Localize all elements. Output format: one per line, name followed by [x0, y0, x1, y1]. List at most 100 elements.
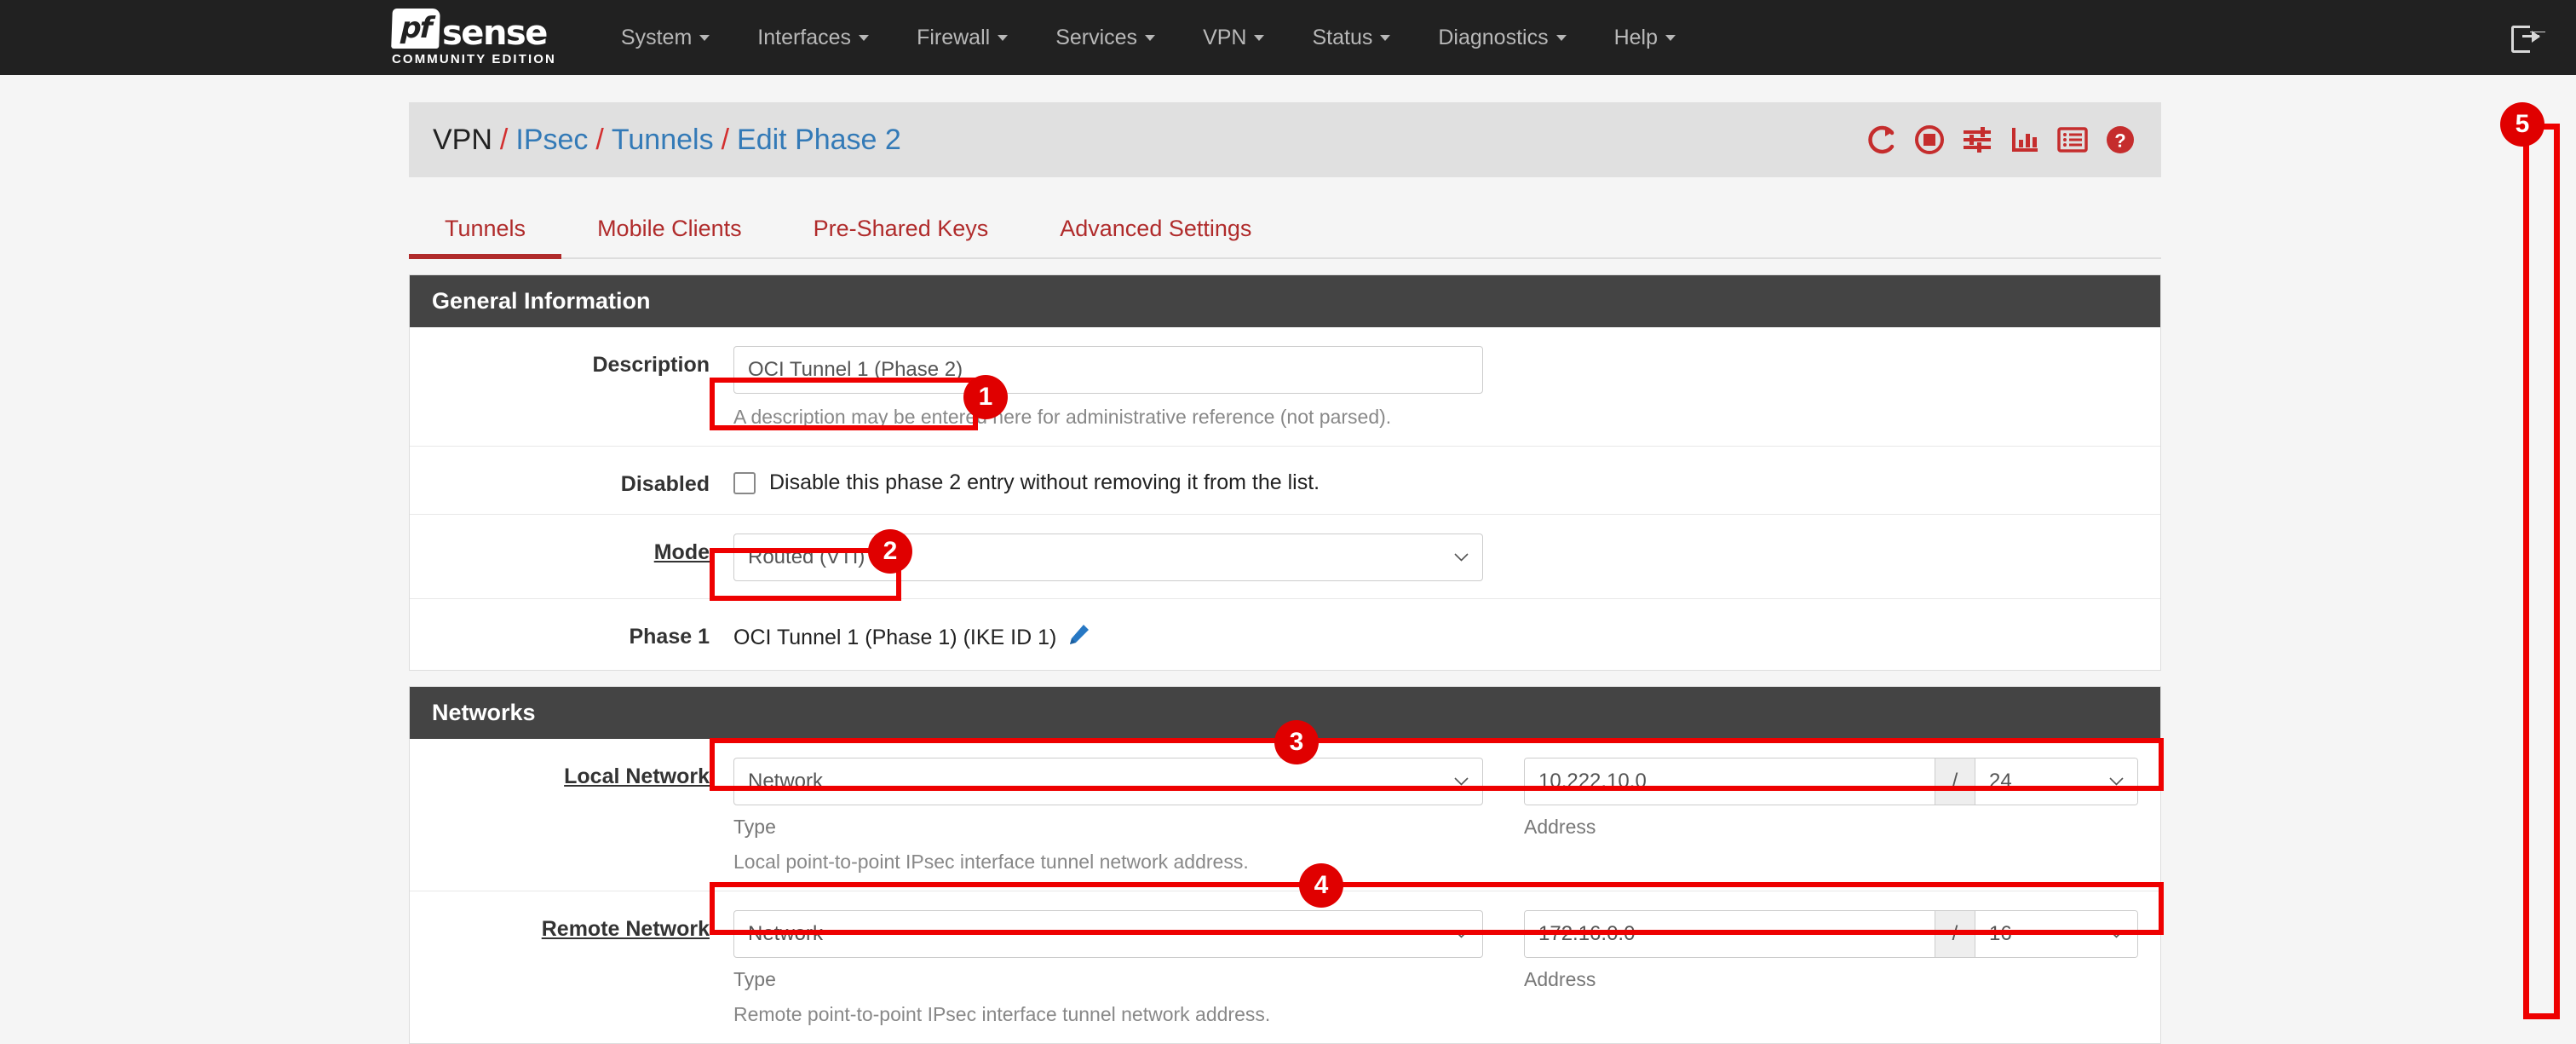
nav-item-system[interactable]: System: [597, 0, 733, 75]
svg-text:?: ?: [2114, 130, 2125, 152]
chevron-down-icon: [998, 35, 1008, 41]
description-input[interactable]: [733, 346, 1483, 394]
remote-network-address-group: / 16: [1524, 910, 2138, 958]
chevron-down-icon: [1380, 35, 1390, 41]
breadcrumb-link-ipsec[interactable]: IPsec: [515, 124, 588, 157]
chevron-down-icon: [1665, 35, 1676, 41]
annotation-badge-3-number: 3: [1290, 728, 1304, 757]
tab-mobile-clients[interactable]: Mobile Clients: [561, 216, 778, 257]
tab-pre-shared-keys[interactable]: Pre-Shared Keys: [778, 216, 1025, 257]
description-body: A description may be entered here for ad…: [733, 346, 2160, 429]
nav-item-vpn[interactable]: VPN: [1179, 0, 1288, 75]
pfsense-brand-logo[interactable]: pf sense COMMUNITY EDITION: [392, 0, 597, 75]
chevron-down-icon: [859, 35, 869, 41]
annotation-badge-1: 1: [963, 375, 1008, 419]
local-network-address-input[interactable]: [1525, 758, 1935, 805]
mode-label-text: Mode: [654, 540, 710, 564]
pencil-edit-icon[interactable]: [1067, 623, 1090, 653]
chevron-down-icon: [1556, 35, 1567, 41]
general-information-panel: General Information Description A descri…: [409, 274, 2161, 671]
remote-network-slash: /: [1935, 911, 1975, 957]
disable-phase2-checkbox[interactable]: [733, 472, 756, 494]
chevron-down-icon: [699, 35, 710, 41]
remote-network-type-select[interactable]: Network: [733, 910, 1483, 958]
local-network-address-sublabel: Address: [1524, 816, 2138, 839]
disabled-label: Disabled: [410, 465, 733, 497]
logo-subtitle: COMMUNITY EDITION: [392, 52, 556, 66]
breadcrumb-root: VPN: [433, 124, 492, 157]
navbar-inner: pf sense COMMUNITY EDITION System Interf…: [0, 0, 1699, 75]
brand-logo-graphic: pf sense: [392, 9, 556, 49]
remote-network-label-text: Remote Network: [542, 917, 710, 941]
chevron-down-icon: [1454, 777, 1469, 786]
logout-icon[interactable]: [2511, 23, 2540, 52]
local-network-body: Network Type / 24: [733, 758, 2160, 874]
breadcrumb-separator: /: [595, 124, 603, 157]
chevron-down-icon: [2109, 777, 2124, 786]
log-list-icon[interactable]: [2056, 123, 2090, 157]
nav-item-services[interactable]: Services: [1032, 0, 1179, 75]
annotation-badge-5: 5: [2500, 102, 2544, 147]
remote-network-mask-value: 16: [1989, 922, 2109, 946]
local-network-type-sublabel: Type: [733, 816, 1483, 839]
bar-chart-icon[interactable]: [2008, 123, 2042, 157]
navbar-right: [2511, 0, 2576, 75]
remote-network-address-input[interactable]: [1525, 911, 1935, 957]
nav-item-help[interactable]: Help: [1590, 0, 1699, 75]
local-network-help-text: Local point-to-point IPsec interface tun…: [733, 851, 2138, 874]
stop-service-icon[interactable]: [1912, 123, 1946, 157]
help-icon[interactable]: ?: [2103, 123, 2137, 157]
annotation-badge-3: 3: [1274, 720, 1319, 764]
logo-mark-text: pf: [400, 14, 431, 44]
local-network-mask-value: 24: [1989, 770, 2109, 793]
tab-advanced-settings[interactable]: Advanced Settings: [1024, 216, 1287, 257]
local-network-label: Local Network: [410, 758, 733, 874]
restart-service-icon[interactable]: [1865, 123, 1899, 157]
nav-item-firewall[interactable]: Firewall: [893, 0, 1032, 75]
nav-item-firewall-label: Firewall: [917, 26, 990, 50]
disabled-row: Disabled Disable this phase 2 entry with…: [410, 447, 2160, 515]
tab-tunnels-label: Tunnels: [445, 216, 526, 241]
annotation-badge-1-number: 1: [979, 383, 993, 412]
nav-item-vpn-label: VPN: [1203, 26, 1246, 50]
nav-item-diagnostics-label: Diagnostics: [1438, 26, 1548, 50]
nav-item-services-label: Services: [1055, 26, 1137, 50]
remote-network-body: Network Type / 16: [733, 910, 2160, 1026]
nav-item-status[interactable]: Status: [1288, 0, 1414, 75]
local-network-controls: Network Type / 24: [733, 758, 2138, 839]
disable-phase2-checkbox-label: Disable this phase 2 entry without remov…: [769, 470, 1320, 495]
local-network-row: Local Network Network Type: [410, 739, 2160, 891]
local-network-type-select[interactable]: Network: [733, 758, 1483, 805]
mode-select[interactable]: Routed (VTI): [733, 534, 1483, 581]
local-network-address-group: / 24: [1524, 758, 2138, 805]
mode-row: Mode Routed (VTI): [410, 515, 2160, 599]
breadcrumb-link-edit-phase-2[interactable]: Edit Phase 2: [737, 124, 901, 157]
mode-select-value: Routed (VTI): [748, 545, 1454, 569]
phase1-label: Phase 1: [410, 618, 733, 653]
breadcrumb-separator: /: [500, 124, 508, 157]
tab-tunnels[interactable]: Tunnels: [409, 216, 561, 257]
tab-advanced-settings-label: Advanced Settings: [1060, 216, 1251, 241]
phase1-value-wrap: OCI Tunnel 1 (Phase 1) (IKE ID 1): [733, 618, 2138, 653]
breadcrumb-link-tunnels[interactable]: Tunnels: [612, 124, 714, 157]
remote-network-type-col: Network Type: [733, 910, 1483, 991]
phase1-row: Phase 1 OCI Tunnel 1 (Phase 1) (IKE ID 1…: [410, 599, 2160, 670]
nav-item-interfaces[interactable]: Interfaces: [733, 0, 893, 75]
remote-network-label: Remote Network: [410, 910, 733, 1026]
nav-item-diagnostics[interactable]: Diagnostics: [1414, 0, 1590, 75]
tab-pre-shared-keys-label: Pre-Shared Keys: [814, 216, 989, 241]
mode-body: Routed (VTI): [733, 534, 2160, 581]
local-network-mask-select[interactable]: 24: [1975, 758, 2137, 805]
annotation-badge-2: 2: [868, 529, 912, 574]
chevron-down-icon: [1454, 553, 1469, 562]
disable-phase2-checkbox-line[interactable]: Disable this phase 2 entry without remov…: [733, 465, 2138, 495]
tab-mobile-clients-label: Mobile Clients: [597, 216, 742, 241]
breadcrumb-action-icons: ?: [1865, 123, 2137, 157]
annotation-badge-5-number: 5: [2516, 110, 2530, 139]
local-network-label-text: Local Network: [564, 764, 710, 788]
remote-network-mask-select[interactable]: 16: [1975, 911, 2137, 957]
nav-item-status-label: Status: [1312, 26, 1372, 50]
sliders-icon[interactable]: [1960, 123, 1994, 157]
remote-network-help-text: Remote point-to-point IPsec interface tu…: [733, 1003, 2138, 1026]
chevron-down-icon: [1145, 35, 1155, 41]
